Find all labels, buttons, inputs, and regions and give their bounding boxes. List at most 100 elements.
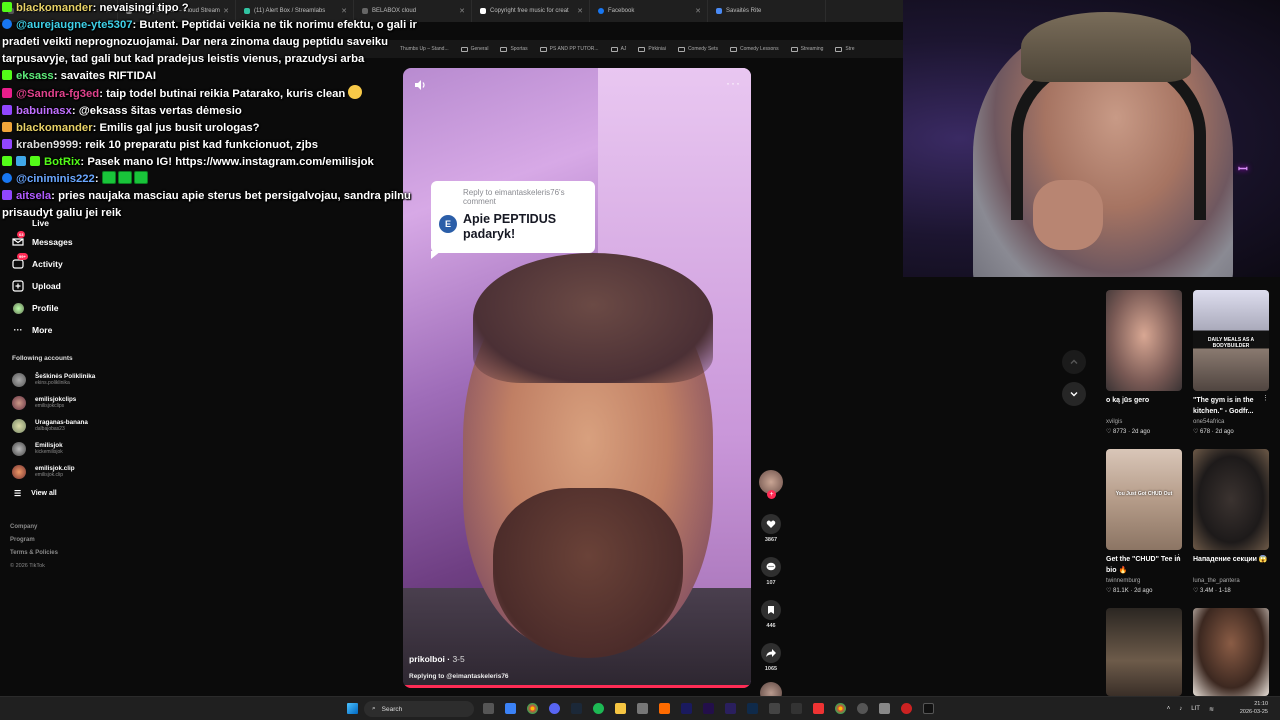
following-account[interactable]: emilisjokclips emilisjokclips [0, 391, 200, 414]
neon-sign: ꟷ [1238, 162, 1248, 176]
following-account[interactable]: emilisjok.clip emilisjok.clip [0, 460, 200, 483]
save-button[interactable] [761, 600, 781, 620]
folder-icon [835, 46, 843, 52]
view-all-button[interactable]: ☰ View all [0, 483, 200, 503]
folder-icon [790, 46, 798, 52]
close-icon[interactable]: ✕ [577, 7, 583, 15]
app-icon[interactable] [769, 703, 780, 714]
video-thumbnail: You Just Got CHUD Out [1106, 449, 1182, 550]
tiktok-icon[interactable] [923, 703, 934, 714]
more-options-icon[interactable]: ⋮ [1175, 553, 1182, 561]
app-icon[interactable] [879, 703, 890, 714]
video-progress-bar[interactable] [403, 685, 751, 688]
tiktok-badge-icon [2, 88, 12, 98]
video-replying-to[interactable]: Replying to @eimantaskeleris76 [409, 673, 509, 680]
illustrator-icon[interactable] [659, 703, 670, 714]
kick-badge-icon [30, 156, 40, 166]
avatar [12, 372, 26, 387]
after-effects-icon[interactable] [681, 703, 692, 714]
steam-icon[interactable] [571, 703, 582, 714]
chevron-up-icon[interactable]: ˄ [1167, 706, 1171, 712]
footer-company-link[interactable]: Company [0, 521, 200, 534]
app-icon[interactable] [901, 703, 912, 714]
premiere-icon[interactable] [725, 703, 736, 714]
creator-avatar[interactable]: + [759, 470, 783, 499]
video-card[interactable]: You Just Got CHUD Out ⋮ Get the "CHUD" T… [1106, 449, 1182, 596]
volume-icon[interactable]: ♪ [1179, 706, 1182, 712]
language-indicator[interactable]: LIT [1191, 706, 1200, 712]
sidebar-item-upload[interactable]: Upload [0, 275, 200, 297]
following-account[interactable]: Šeškinės Poliklinika ekins.poliklinika [0, 368, 200, 391]
chat-message: @aurejaugne-yte5307: Butent. Peptidai ve… [2, 19, 417, 65]
stream-chat-overlay: blackomander: nevaisingi tipo ? @aurejau… [0, 0, 430, 222]
chat-message: blackomander: nevaisingi tipo ? [0, 0, 430, 17]
next-video-button[interactable] [1062, 382, 1086, 406]
windows-start-icon[interactable] [347, 703, 358, 714]
app-icon[interactable] [637, 703, 648, 714]
smile-emoji-icon [348, 85, 363, 99]
comment-button[interactable] [761, 557, 781, 577]
previous-video-button[interactable] [1062, 350, 1086, 374]
profile-avatar [12, 302, 24, 314]
bookmark-folder[interactable]: AJ [610, 46, 626, 52]
sidebar-item-messages[interactable]: 63 Messages [0, 231, 200, 253]
video-card[interactable]: o ką jūs gero xvilgis ♡ 8773 · 2d ago [1106, 290, 1182, 437]
bookmark-folder[interactable]: Pirkiniai [638, 46, 666, 52]
bookmark-folder[interactable]: Comedy Lessons [729, 46, 779, 52]
sidebar-item-activity[interactable]: 99+ Activity [0, 253, 200, 275]
wifi-icon[interactable]: ≋ [1209, 706, 1214, 713]
more-options-icon[interactable]: ··· [726, 76, 741, 90]
reply-to-label: Reply to eimantaskeleris76's comment [463, 188, 565, 206]
chrome-icon[interactable] [527, 703, 538, 714]
video-card[interactable]: Нападение секции 😱 luna_the_pantera ♡ 3.… [1193, 449, 1269, 596]
audition-icon[interactable] [703, 703, 714, 714]
screen: Dashboard ✕ Alerts | BotRix — Cloud Strea… [0, 0, 1280, 720]
sidebar-item-more[interactable]: ··· More [0, 319, 200, 341]
bookmark-folder[interactable]: Sportas [500, 46, 528, 52]
file-explorer-icon[interactable] [615, 703, 626, 714]
video-card[interactable] [1106, 608, 1182, 696]
close-icon[interactable]: ✕ [695, 7, 701, 15]
following-account[interactable]: Emilisjok kickemilisjok [0, 437, 200, 460]
list-icon: ☰ [14, 488, 22, 498]
taskbar-search[interactable]: ⌕ Search [364, 701, 474, 717]
bookmark-folder[interactable]: Comedy Sets [677, 46, 718, 52]
sidebar-item-profile[interactable]: Profile [0, 297, 200, 319]
like-button[interactable] [761, 514, 781, 534]
tiktok-sidebar: Live 63 Messages 99+ Activity Upload Pro… [0, 215, 200, 595]
bookmark-folder[interactable]: General [460, 46, 488, 52]
share-button[interactable] [761, 643, 781, 663]
footer-copyright: © 2026 TikTok [10, 563, 45, 569]
video-card[interactable] [1193, 608, 1269, 696]
kick-badge-icon [2, 122, 12, 132]
chrome-icon[interactable] [835, 703, 846, 714]
footer-terms-link[interactable]: Terms & Policies [0, 547, 200, 560]
video-player[interactable]: ··· E Reply to eimantaskeleris76's comme… [403, 68, 751, 688]
discord-icon[interactable] [549, 703, 560, 714]
comment-avatar: E [439, 215, 457, 233]
tab-copyright-music[interactable]: Copyright free music for creat ✕ [472, 0, 590, 22]
app-icon[interactable] [813, 703, 824, 714]
following-account[interactable]: Uraganas-banana dalbajobas23 [0, 414, 200, 437]
obs-icon[interactable] [857, 703, 868, 714]
bookmark-folder[interactable]: Streaming [790, 46, 823, 52]
spotify-icon[interactable] [593, 703, 604, 714]
upload-icon [12, 280, 24, 292]
tab-facebook[interactable]: Facebook ✕ [590, 0, 708, 22]
close-icon[interactable]: ✕ [459, 7, 465, 15]
tab-savaites[interactable]: Savaitės Rite [708, 0, 826, 22]
footer-program-link[interactable]: Program [0, 534, 200, 547]
task-view-icon[interactable] [483, 703, 494, 714]
bookmark-folder[interactable]: PS AND PP TUTOR... [539, 46, 599, 52]
kick-badge-icon [2, 70, 12, 80]
follow-plus-icon[interactable]: + [767, 490, 776, 499]
video-author[interactable]: prikolboi · 3-5 [409, 654, 465, 664]
copilot-icon[interactable] [505, 703, 516, 714]
capcut-icon[interactable] [791, 703, 802, 714]
video-card[interactable]: DAILY MEALS AS A BODYBUILDER ⋮ "The gym … [1193, 290, 1269, 437]
bookmark-folder[interactable]: Stre [835, 46, 855, 52]
heart-icon: ♡ [1193, 588, 1201, 594]
photoshop-icon[interactable] [747, 703, 758, 714]
more-options-icon[interactable]: ⋮ [1262, 394, 1269, 402]
system-clock[interactable]: 21:10 2026-03-25 [1240, 700, 1268, 716]
